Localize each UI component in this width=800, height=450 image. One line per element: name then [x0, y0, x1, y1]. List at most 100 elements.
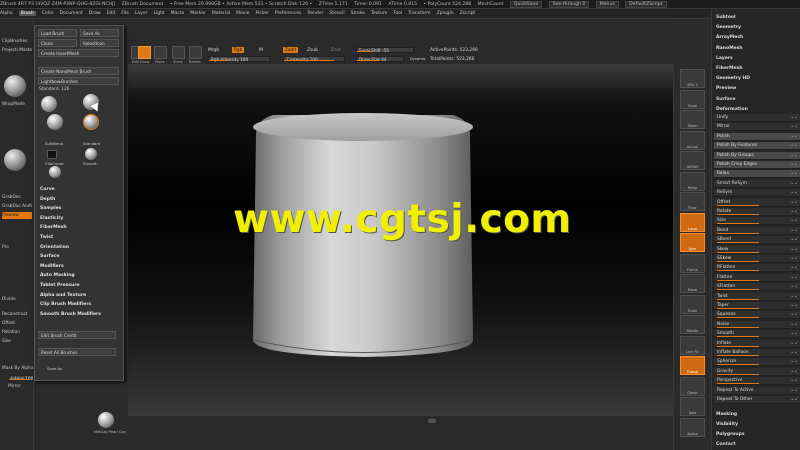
shelf-spix-3-button[interactable]: SPix 3: [680, 69, 705, 88]
shelf-scale-button[interactable]: Scale: [680, 294, 705, 314]
shelf-persp-button[interactable]: Persp: [680, 171, 705, 191]
deform-gravity[interactable]: Gravity • •: [714, 367, 800, 376]
deform-inflate[interactable]: Inflate • •: [714, 339, 800, 348]
brush-section-auto-masking[interactable]: Auto Masking: [40, 272, 75, 280]
rotate-button[interactable]: [189, 46, 202, 59]
deform-resym[interactable]: ReSym • •: [714, 189, 800, 198]
brush-section-clip-brush-modifiers[interactable]: Clip Brush Modifiers: [40, 301, 91, 309]
axis-toggle-icon[interactable]: • •: [791, 142, 797, 150]
m-button[interactable]: M: [259, 48, 263, 53]
menu-zplugin[interactable]: Zplugin: [437, 11, 454, 16]
deform-polish-by-groups[interactable]: Polish By Groups • •: [714, 151, 800, 160]
menu-marker[interactable]: Marker: [190, 11, 206, 16]
deform-rflatten[interactable]: RFlatten • •: [714, 264, 800, 273]
tool-section-subtool[interactable]: Subtool: [716, 13, 799, 22]
mask-by-alpha[interactable]: Mask By Alpha: [2, 366, 34, 371]
menu-tool[interactable]: Tool: [393, 11, 402, 16]
menu-color[interactable]: Color: [42, 11, 54, 16]
deform-polish-by-features[interactable]: Polish By Features • •: [714, 142, 800, 151]
shelf-scroll-button[interactable]: Scroll: [680, 89, 705, 109]
brush-section-smooth-brush-modifiers[interactable]: Smooth Brush Modifiers: [40, 311, 101, 319]
menu-stroke[interactable]: Stroke: [351, 11, 365, 16]
deform-offset[interactable]: Offset • •: [714, 198, 800, 207]
deform-spherize[interactable]: Spherize • •: [714, 358, 800, 367]
axis-toggle-icon[interactable]: • •: [791, 283, 797, 291]
brush-thumb-extra[interactable]: [49, 166, 61, 178]
save-as-bottom[interactable]: Save As: [47, 366, 62, 371]
deform-skew[interactable]: Skew • •: [714, 245, 800, 254]
deform-taper[interactable]: Taper • •: [714, 302, 800, 310]
axis-toggle-icon[interactable]: • •: [791, 161, 797, 169]
axis-toggle-icon[interactable]: • •: [791, 170, 797, 178]
deform-sflatten[interactable]: SFlatten • •: [714, 283, 800, 292]
axis-toggle-icon[interactable]: • •: [791, 377, 797, 385]
deform-flatten[interactable]: Flatten • •: [714, 273, 800, 282]
grabdoc-label[interactable]: GrabDoc: [2, 194, 32, 201]
axis-toggle-icon[interactable]: • •: [791, 208, 797, 216]
shelf-xpose-button[interactable]: Xpose: [680, 417, 705, 437]
menu-stencil[interactable]: Stencil: [329, 11, 344, 16]
deform-sbend[interactable]: SBend • •: [714, 236, 800, 245]
deform-smart-resym[interactable]: Smart ReSym • •: [714, 179, 800, 188]
shelf-solo-button[interactable]: Solo: [680, 397, 705, 416]
zcut-button[interactable]: Zcut: [331, 48, 341, 53]
wrapmode-label[interactable]: WrapMode: [2, 101, 32, 108]
tool-section-contact[interactable]: Contact: [716, 440, 799, 449]
menu-layer[interactable]: Layer: [135, 11, 148, 16]
focal-shift-slider[interactable]: Focal Shift -55: [356, 47, 414, 53]
shelf-floor-button[interactable]: Floor: [680, 192, 705, 211]
axis-toggle-icon[interactable]: • •: [791, 340, 797, 348]
menu-file[interactable]: File: [121, 11, 129, 16]
axis-toggle-icon[interactable]: • •: [791, 236, 797, 244]
rgb-intensity-slider[interactable]: Rgb Intensity 100: [208, 56, 270, 62]
scale-button[interactable]: [172, 46, 185, 59]
axis-toggle-icon[interactable]: • •: [791, 396, 797, 404]
axis-toggle-icon[interactable]: • •: [791, 349, 797, 357]
brush-section-elasticity[interactable]: Elasticity: [40, 215, 63, 223]
axis-toggle-icon[interactable]: • •: [791, 180, 797, 188]
deform-polish-crisp-edges[interactable]: Polish Crisp Edges • •: [714, 161, 800, 169]
shelf-line-fill-polyf-button[interactable]: Line Fill PolyF: [680, 335, 705, 355]
menu-light[interactable]: Light: [153, 11, 164, 16]
deform-noise[interactable]: Noise • •: [714, 320, 800, 329]
menu-material[interactable]: Material: [212, 11, 230, 16]
dynamic-toggle[interactable]: Dynamic: [410, 57, 426, 61]
rgb-button[interactable]: Rgb: [232, 47, 245, 53]
quicksave-button[interactable]: QuickSave: [509, 1, 543, 8]
brush-thumb-softblend[interactable]: [47, 114, 63, 130]
shelf-aahalf-button[interactable]: AAHalf: [680, 151, 705, 170]
brush-thumb-smooth[interactable]: [85, 148, 97, 160]
deform-mirror[interactable]: Mirror • •: [714, 123, 800, 132]
deform-size[interactable]: Size • •: [714, 217, 800, 226]
tool-section-masking[interactable]: Masking: [716, 410, 799, 419]
shelf-frame-button[interactable]: Frame: [680, 253, 705, 273]
shelf-sym-button[interactable]: Sym: [680, 233, 705, 252]
menu-document[interactable]: Document: [60, 11, 83, 16]
axis-toggle-icon[interactable]: • •: [791, 302, 797, 310]
deform-sskew[interactable]: SSkew • •: [714, 255, 800, 263]
axis-toggle-icon[interactable]: • •: [791, 217, 797, 225]
preview-button[interactable]: Preview: [2, 212, 32, 219]
brush-thumb-standard[interactable]: [41, 96, 57, 112]
create-insertmesh-button[interactable]: Create InsertMesh: [38, 49, 119, 57]
deform-smooth[interactable]: Smooth • •: [714, 330, 800, 339]
draw-size-slider[interactable]: Draw Size 64: [356, 56, 404, 62]
deform-bend[interactable]: Bend • •: [714, 226, 800, 235]
menu-picker[interactable]: Picker: [255, 11, 268, 16]
brush-section-tablet-pressure[interactable]: Tablet Pressure: [40, 282, 79, 290]
axis-toggle-icon[interactable]: • •: [791, 227, 797, 235]
menu-draw[interactable]: Draw: [89, 11, 101, 16]
axis-toggle-icon[interactable]: • •: [791, 189, 797, 197]
tool-section-arraymesh[interactable]: ArrayMesh: [716, 33, 799, 42]
brush-section-twist[interactable]: Twist: [40, 234, 53, 242]
tool-section-layers[interactable]: Layers: [716, 54, 799, 63]
reconstruct-button[interactable]: Reconstruct: [2, 311, 32, 318]
tool-section-geometry-hd[interactable]: Geometry HD: [716, 74, 799, 83]
deform-rotate[interactable]: Rotate • •: [714, 208, 800, 216]
clone-button[interactable]: Clone: [38, 39, 77, 47]
brush-section-depth[interactable]: Depth: [40, 196, 55, 204]
axis-toggle-icon[interactable]: • •: [791, 274, 797, 282]
axis-toggle-icon[interactable]: • •: [791, 246, 797, 254]
brush-section-alpha-and-texture[interactable]: Alpha and Texture: [40, 292, 86, 300]
axis-toggle-icon[interactable]: • •: [791, 123, 797, 131]
